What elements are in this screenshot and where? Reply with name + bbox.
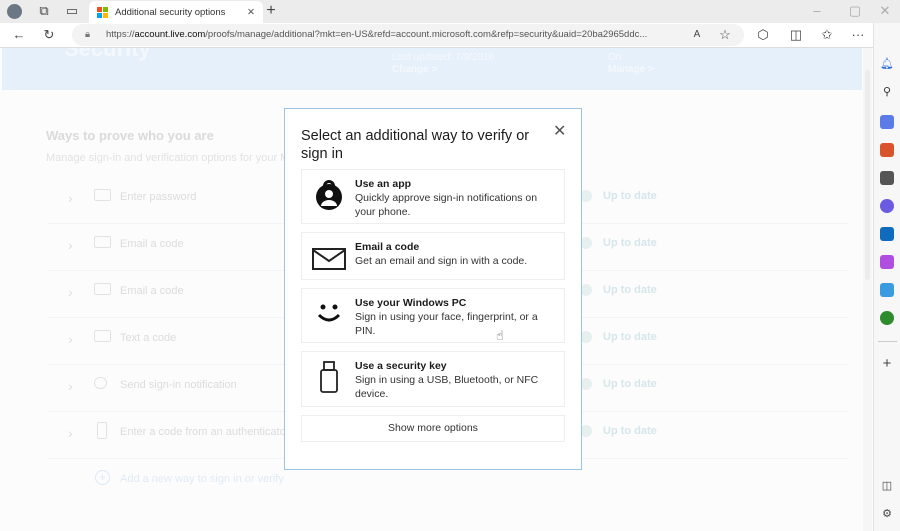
url-host: account.live.com: [134, 29, 206, 40]
more-menu-icon[interactable]: ···: [849, 26, 867, 44]
option-use-app[interactable]: Use an app Quickly approve sign-in notif…: [301, 169, 565, 224]
workspaces-icon[interactable]: ⧉: [35, 2, 53, 20]
designer-icon[interactable]: [880, 255, 894, 269]
mail-icon: [94, 283, 111, 295]
add-circle-icon: +: [95, 470, 110, 485]
manage-link[interactable]: Manage >: [608, 64, 654, 75]
favorite-star-icon[interactable]: ☆: [716, 26, 734, 44]
method-status: Up to date: [603, 284, 657, 296]
read-aloud-icon[interactable]: A: [688, 26, 706, 44]
header-band: Security Last updated: 7/9/2016 Change >…: [2, 48, 862, 90]
extensions-icon[interactable]: ⬡: [754, 26, 772, 44]
mail-icon: [312, 248, 346, 270]
password-icon: [94, 189, 111, 201]
maximize-button[interactable]: ▢: [846, 2, 864, 20]
close-icon[interactable]: ✕: [553, 121, 566, 141]
method-label: Email a code: [120, 238, 184, 250]
method-status: Up to date: [603, 190, 657, 202]
mail-icon: [94, 236, 111, 248]
tree-icon[interactable]: [880, 311, 894, 325]
smiley-face-icon: [317, 304, 341, 322]
new-tab-button[interactable]: +: [262, 2, 280, 20]
games-icon[interactable]: [880, 171, 894, 185]
option-title: Email a code: [355, 241, 420, 253]
method-label: Enter password: [120, 191, 197, 203]
tab-strip: ⧉ ▭ Additional security options ✕ + – ▢ …: [0, 0, 900, 23]
add-sidebar-app-icon[interactable]: +: [880, 356, 894, 371]
show-more-options-button[interactable]: Show more options: [301, 415, 565, 442]
option-desc: Get an email and sign in with a code.: [355, 255, 528, 267]
dialog-title: Select an additional way to verify or si…: [301, 128, 530, 162]
message-icon: [94, 330, 111, 342]
close-window-button[interactable]: ✕: [876, 2, 894, 20]
chevron-right-icon: ›: [68, 284, 73, 300]
microsoft365-icon[interactable]: [880, 199, 894, 213]
shopping-tag-icon[interactable]: [880, 115, 894, 129]
method-status: Up to date: [603, 237, 657, 249]
edge-sidebar: 🔔︎ ⚲ + ◫ ⚙: [873, 23, 900, 531]
option-desc: Sign in using your face, fingerprint, or…: [355, 311, 538, 337]
split-screen-icon[interactable]: ◫: [787, 26, 805, 44]
option-windows-pc[interactable]: Use your Windows PC Sign in using your f…: [301, 288, 565, 343]
mouse-cursor-hand-icon: ☝︎: [496, 328, 504, 343]
section-subtitle: Manage sign-in and verification options …: [46, 152, 290, 164]
status-text: On: [608, 52, 622, 63]
method-status: Up to date: [603, 378, 657, 390]
favorites-icon[interactable]: ✩: [818, 26, 836, 44]
page-scrollbar[interactable]: [863, 48, 872, 531]
sidebar-divider: [878, 341, 897, 342]
search-icon[interactable]: ⚲: [880, 85, 894, 99]
method-status: Up to date: [603, 425, 657, 437]
telegram-icon[interactable]: [880, 283, 894, 297]
option-security-key[interactable]: Use a security key Sign in using a USB, …: [301, 351, 565, 407]
url-prefix: https://: [106, 29, 135, 40]
method-label: Email a code: [120, 285, 184, 297]
usb-key-icon: [320, 361, 338, 393]
settings-gear-icon[interactable]: ⚙: [880, 507, 894, 521]
add-method-dialog: Select an additional way to verify or si…: [284, 108, 582, 470]
chevron-right-icon: ›: [68, 425, 73, 441]
url-input[interactable]: 🔒︎ https://account.live.com/proofs/manag…: [72, 24, 744, 46]
tab-title: Additional security options: [115, 6, 226, 18]
chevron-right-icon: ›: [68, 378, 73, 394]
profile-avatar[interactable]: [7, 4, 22, 19]
option-email-code[interactable]: Email a code Get an email and sign in wi…: [301, 232, 565, 280]
microsoft-logo-icon: [97, 6, 108, 18]
lock-person-icon: [94, 377, 107, 389]
back-icon[interactable]: ←: [10, 26, 28, 44]
phone-icon: [97, 422, 107, 439]
chevron-right-icon: ›: [68, 237, 73, 253]
hide-sidebar-icon[interactable]: ◫: [880, 479, 894, 493]
tab-active[interactable]: Additional security options ✕: [89, 1, 263, 23]
authenticator-app-icon: [316, 180, 342, 210]
option-desc: Sign in using a USB, Bluetooth, or NFC d…: [355, 374, 539, 400]
refresh-icon[interactable]: ↻: [40, 26, 58, 44]
change-link[interactable]: Change >: [392, 64, 437, 75]
method-label: Enter a code from an authenticator: [120, 426, 290, 438]
tab-actions-icon[interactable]: ▭: [63, 2, 81, 20]
lock-icon: 🔒︎: [85, 29, 91, 40]
url-path: /proofs/manage/additional?mkt=en-US&refd…: [205, 29, 648, 40]
minimize-button[interactable]: –: [808, 2, 826, 20]
tab-close-icon[interactable]: ✕: [247, 7, 255, 18]
chevron-right-icon: ›: [68, 190, 73, 206]
address-bar-row: ← ↻ 🔒︎ https://account.live.com/proofs/m…: [0, 23, 900, 48]
section-title: Ways to prove who you are: [46, 128, 214, 143]
chevron-right-icon: ›: [68, 331, 73, 347]
add-method-label: Add a new way to sign in or verify: [120, 473, 284, 485]
option-desc: Quickly approve sign-in notifications on…: [355, 192, 538, 218]
option-title: Use an app: [355, 178, 412, 190]
tools-icon[interactable]: [880, 143, 894, 157]
last-updated: Last updated: 7/9/2016: [392, 52, 495, 63]
method-label: Send sign-in notification: [120, 379, 237, 391]
method-status: Up to date: [603, 331, 657, 343]
option-title: Use a security key: [355, 360, 447, 372]
method-label: Text a code: [120, 332, 177, 344]
page-title: Security: [64, 48, 151, 61]
option-title: Use your Windows PC: [355, 297, 467, 309]
notifications-icon[interactable]: 🔔︎: [880, 57, 894, 71]
outlook-icon[interactable]: [880, 227, 894, 241]
